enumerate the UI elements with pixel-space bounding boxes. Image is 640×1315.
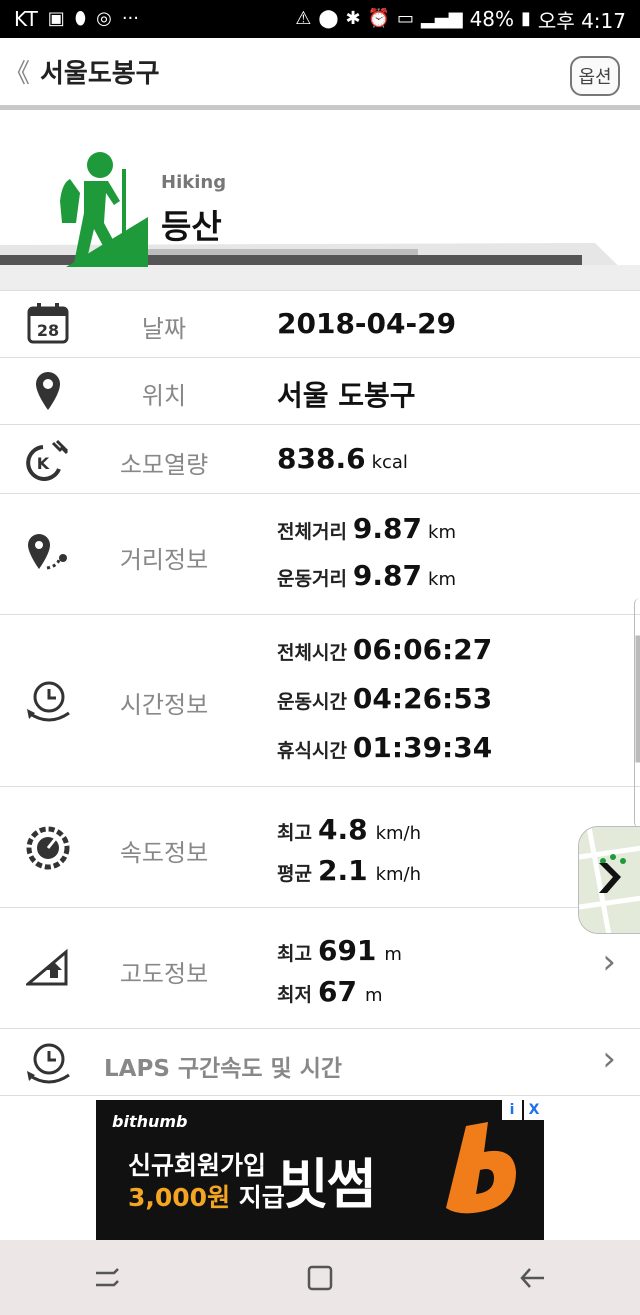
- avg-speed-value: 2.1: [317, 854, 368, 887]
- back-nav-button[interactable]: [503, 1253, 563, 1303]
- route-pin-icon: [22, 532, 74, 576]
- rest-time-label: 휴식시간: [277, 740, 347, 762]
- location-icon: ⬤: [318, 8, 339, 29]
- time-row: 시간정보 전체시간 06:06:27 운동시간 04:26:53 휴식시간 01…: [0, 614, 640, 786]
- detail-list: 28 날짜 2018-04-29 위치 서울 도봉구 K 소모열량 838.6 …: [0, 290, 640, 1096]
- home-button[interactable]: [290, 1253, 350, 1303]
- max-altitude-value: 691: [317, 934, 377, 967]
- avg-speed-label: 평균: [277, 863, 312, 885]
- date-row: 28 날짜 2018-04-29: [0, 290, 640, 357]
- location-label: 위치: [141, 382, 187, 410]
- location-value: 서울 도봉구: [277, 379, 416, 412]
- side-panel-handle[interactable]: [634, 598, 640, 828]
- total-time-value: 06:06:27: [352, 633, 493, 666]
- max-speed-value: 4.8: [317, 813, 368, 846]
- chevron-right-icon[interactable]: ›: [602, 1039, 616, 1079]
- laps-label: LAPS 구간속도 및 시간: [104, 1056, 343, 1082]
- max-altitude-unit: m: [384, 944, 402, 965]
- battery-icon: ▮: [521, 8, 531, 29]
- min-altitude-label: 최저: [277, 984, 312, 1006]
- location-pin-icon: [22, 370, 74, 414]
- speedometer-icon: [22, 825, 74, 871]
- distance-row: 거리정보 전체거리 9.87 km 운동거리 9.87 km: [0, 493, 640, 614]
- ad-close-icon[interactable]: X: [524, 1100, 544, 1120]
- activity-name-kr: 등산: [161, 207, 222, 246]
- rest-time-value: 01:39:34: [352, 731, 493, 764]
- app-header: 《 서울도봉구 옵션: [0, 38, 640, 110]
- option-button[interactable]: 옵션: [570, 56, 620, 96]
- total-time-label: 전체시간: [277, 642, 347, 664]
- exercise-time-label: 운동시간: [277, 691, 347, 713]
- ad-subline: 3,000원 지급: [128, 1178, 285, 1214]
- clock-icon: [22, 679, 74, 723]
- min-altitude-unit: m: [364, 985, 383, 1006]
- calories-unit: kcal: [371, 452, 408, 473]
- signal-icon: ▂▄▆: [421, 8, 463, 29]
- activity-name-en: Hiking: [161, 172, 227, 193]
- speed-label: 속도정보: [119, 839, 209, 867]
- exercise-distance-unit: km: [428, 569, 456, 590]
- gallery-icon: ▣: [47, 8, 65, 29]
- pill-icon: ⬮: [74, 8, 87, 29]
- sync-icon: ◎: [96, 8, 112, 29]
- chevron-right-icon[interactable]: ›: [602, 942, 616, 982]
- carrier-label: KT: [14, 7, 38, 31]
- back-arrow-icon: [520, 1267, 545, 1288]
- more-icon: ···: [121, 8, 139, 29]
- altitude-row[interactable]: 고도정보 최고 691 m 최저 67 m ›: [0, 907, 640, 1028]
- date-label: 날짜: [141, 315, 187, 343]
- time-label: 시간정보: [119, 691, 209, 719]
- back-button[interactable]: 《: [4, 53, 34, 90]
- activity-hero: Hiking 등산: [0, 115, 640, 290]
- total-distance-label: 전체거리: [277, 521, 347, 543]
- laps-clock-icon: [22, 1041, 74, 1085]
- system-nav-bar: [0, 1240, 640, 1315]
- map-thumbnail[interactable]: [578, 826, 640, 934]
- altitude-icon: [22, 948, 74, 988]
- calories-row: K 소모열량 838.6 kcal: [0, 424, 640, 493]
- ad-info-icon[interactable]: i: [502, 1100, 522, 1120]
- exercise-time-value: 04:26:53: [352, 682, 493, 715]
- max-altitude-label: 최고: [277, 943, 312, 965]
- recent-apps-icon: [95, 1267, 119, 1286]
- calendar-icon-text: 28: [37, 321, 59, 340]
- exercise-distance-value: 9.87: [352, 559, 423, 592]
- status-bar: KT ▣ ⬮ ◎ ··· ⚠ ⬤ ✱ ⏰ ▭ ▂▄▆ 48% ▮ 오후 4:17: [0, 0, 640, 38]
- max-speed-unit: km/h: [375, 823, 422, 844]
- ad-brand-logo: bithumb: [112, 1112, 188, 1131]
- hd-icon: ▭: [397, 8, 415, 29]
- min-altitude-value: 67: [317, 975, 357, 1008]
- svg-text:K: K: [37, 454, 50, 473]
- exercise-distance-label: 운동거리: [277, 568, 347, 590]
- bluetooth-icon: ✱: [345, 8, 361, 29]
- laps-row[interactable]: LAPS 구간속도 및 시간 ›: [0, 1028, 640, 1096]
- alarm-icon: ⏰: [367, 8, 391, 29]
- ad-amount: 3,000원: [128, 1183, 231, 1212]
- ad-subline-rest: 지급: [238, 1183, 285, 1212]
- speed-row: 속도정보 최고 4.8 km/h 평균 2.1 km/h: [0, 786, 640, 907]
- distance-label: 거리정보: [119, 546, 209, 574]
- warning-icon: ⚠: [295, 8, 312, 29]
- hiker-icon: [60, 152, 148, 267]
- location-row: 위치 서울 도봉구: [0, 357, 640, 424]
- calorie-flame-icon: K: [22, 439, 74, 481]
- advertisement-banner[interactable]: bithumb 신규회원가입 3,000원 지급 빗썸 i X: [96, 1100, 544, 1240]
- recent-apps-button[interactable]: [77, 1253, 137, 1303]
- calories-value: 838.6: [277, 442, 366, 475]
- calendar-icon: 28: [22, 303, 74, 345]
- total-distance-value: 9.87: [352, 512, 423, 545]
- ad-big-text: 빗썸: [279, 1153, 376, 1216]
- avg-speed-unit: km/h: [375, 864, 422, 885]
- battery-percent: 48%: [469, 7, 515, 31]
- max-speed-label: 최고: [277, 822, 312, 844]
- ad-headline: 신규회원가입: [128, 1151, 267, 1180]
- total-distance-unit: km: [428, 522, 456, 543]
- home-icon: [307, 1265, 333, 1290]
- bithumb-b-logo: [446, 1122, 516, 1214]
- altitude-label: 고도정보: [119, 960, 209, 988]
- calories-label: 소모열량: [119, 451, 209, 479]
- date-value: 2018-04-29: [277, 307, 457, 340]
- page-title: 서울도봉구: [40, 59, 160, 89]
- clock: 오후 4:17: [537, 8, 626, 33]
